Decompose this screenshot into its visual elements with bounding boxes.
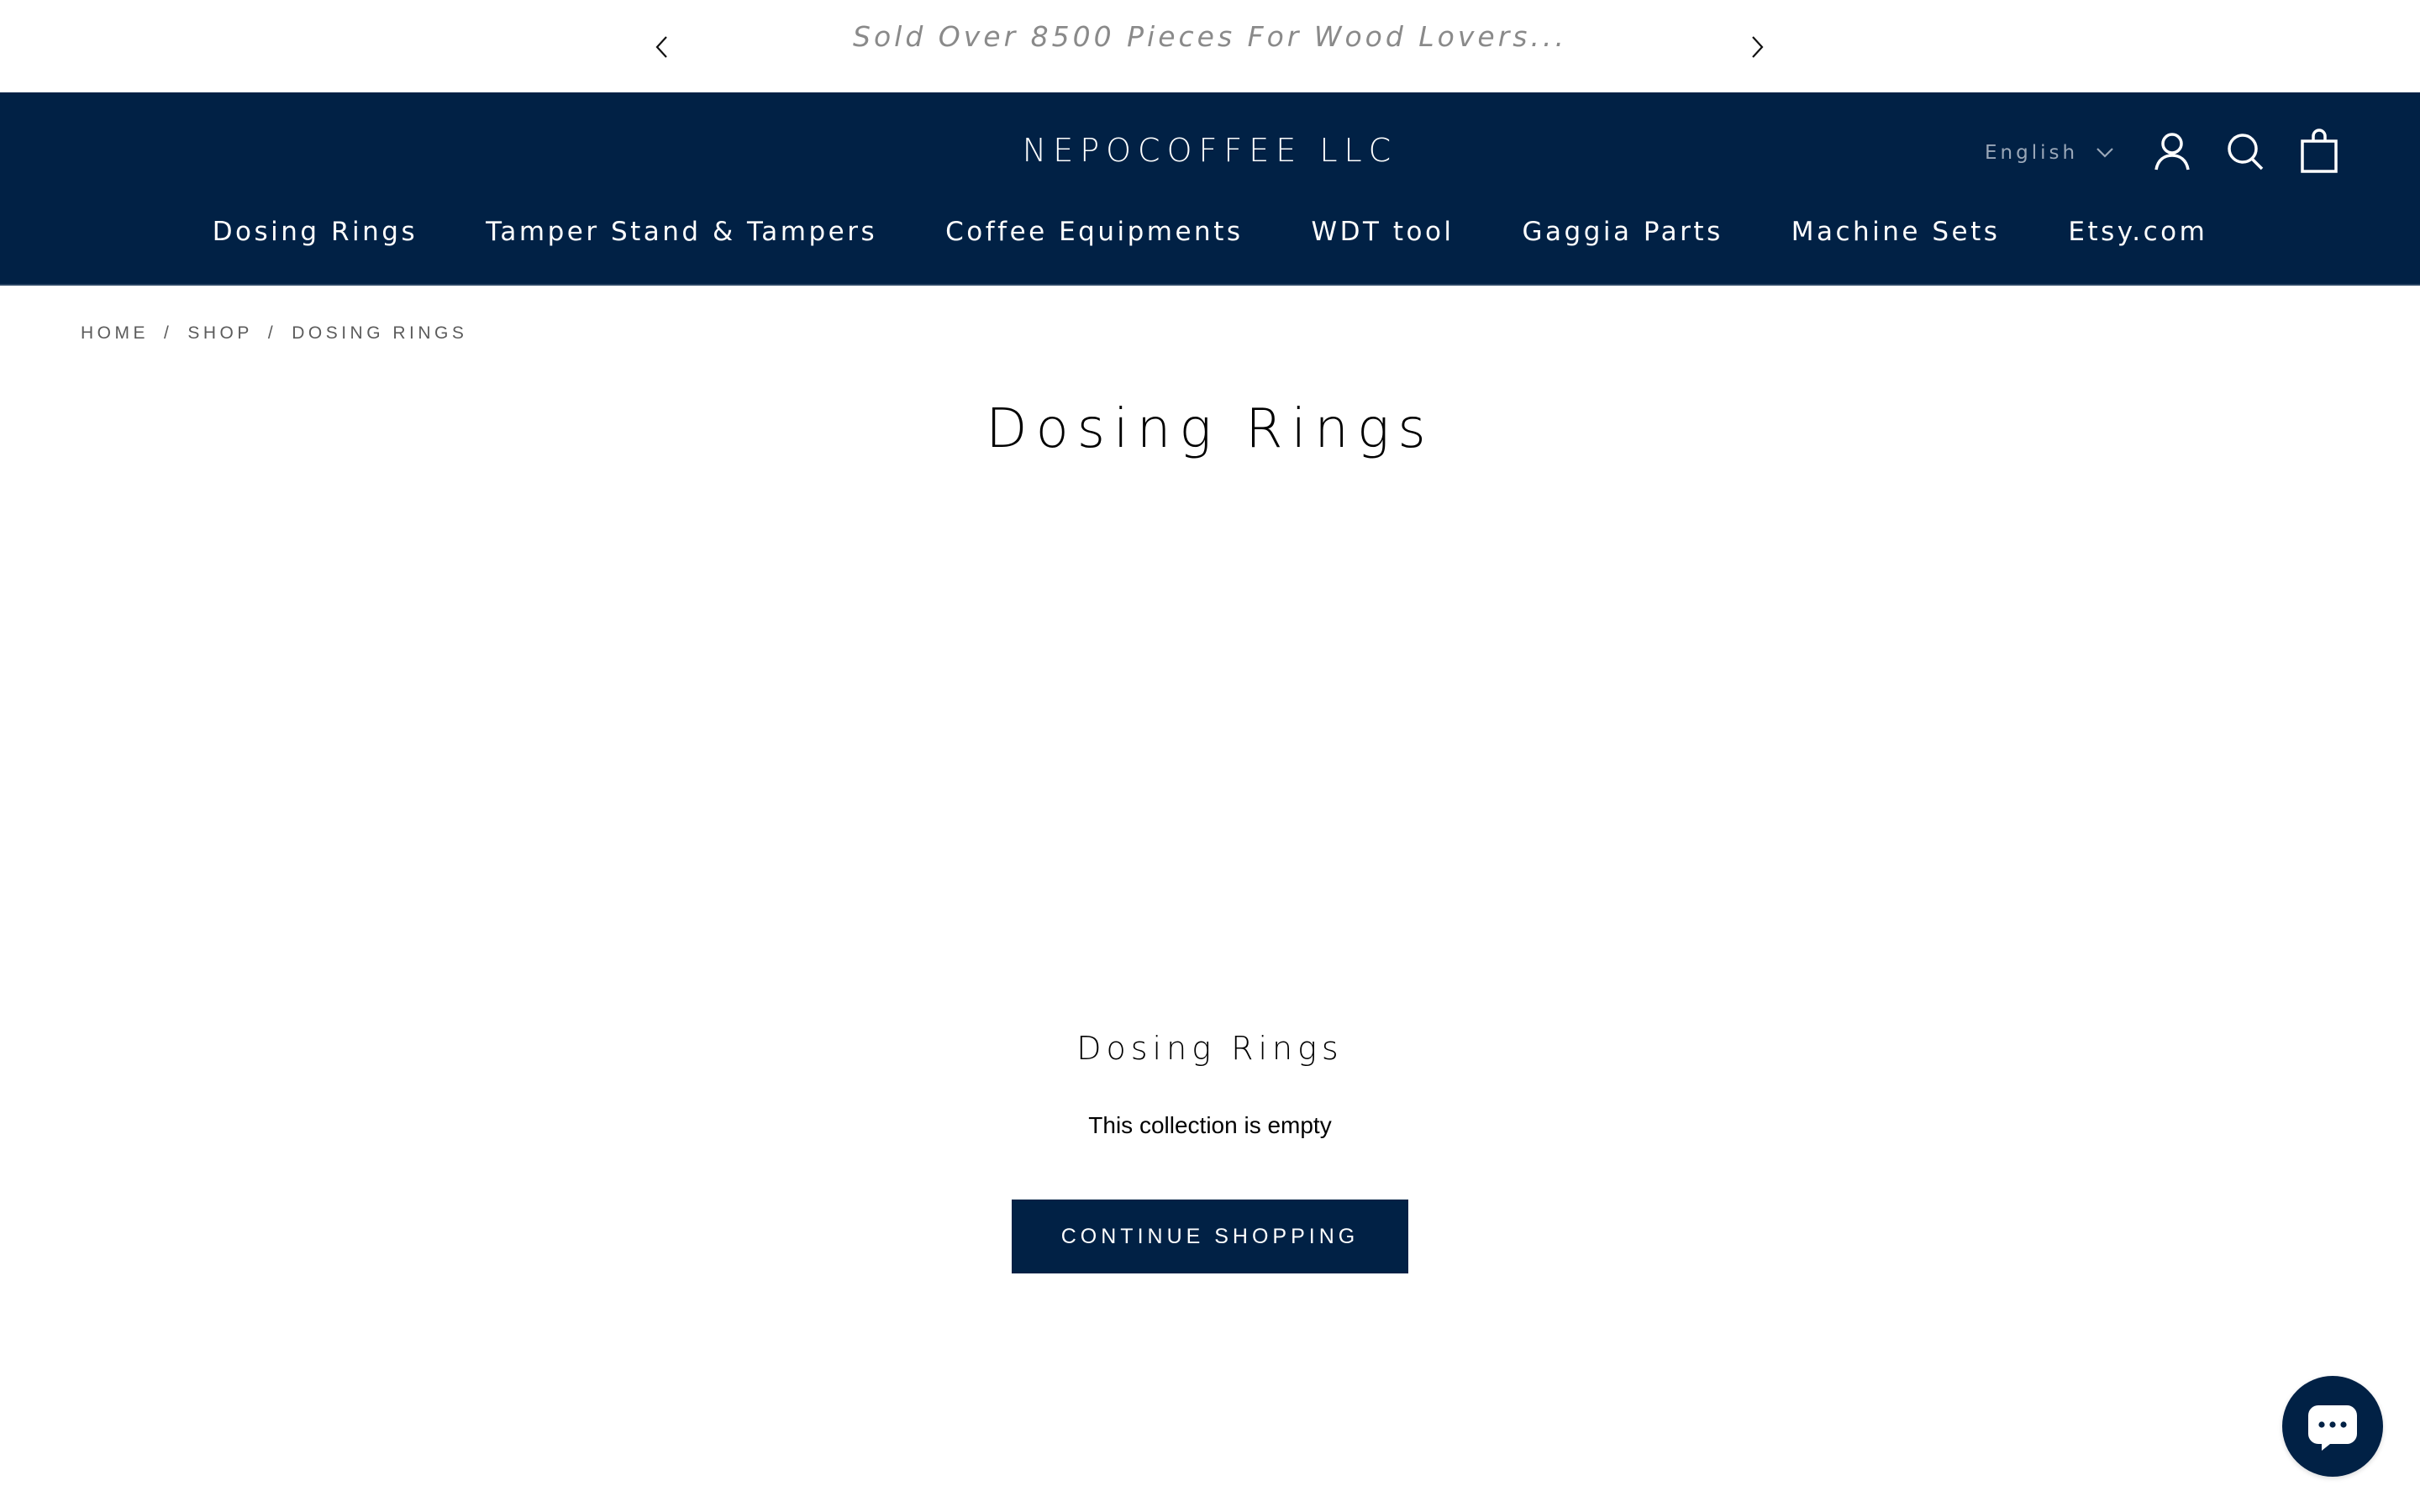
chat-button[interactable] xyxy=(2282,1376,2383,1477)
cart-button[interactable] xyxy=(2300,128,2340,173)
breadcrumb: HOME / SHOP / DOSING RINGS xyxy=(81,321,467,346)
nav-item-tamper-stand[interactable]: Tamper Stand & Tampers xyxy=(486,215,877,249)
chat-icon xyxy=(2308,1405,2357,1451)
empty-collection-message: This collection is empty xyxy=(1088,1112,1332,1138)
breadcrumb-home[interactable]: HOME xyxy=(81,321,149,346)
chevron-right-icon xyxy=(1752,36,1764,58)
logo-link[interactable]: NEPOCOFFEE LLC xyxy=(1023,132,1397,169)
nav-item-wdt-tool[interactable]: WDT tool xyxy=(1312,215,1455,249)
nav-item-dosing-rings[interactable]: Dosing Rings xyxy=(213,215,418,249)
empty-collection-title: Dosing Rings xyxy=(1076,1030,1344,1067)
user-icon xyxy=(2154,133,2190,171)
breadcrumb-separator: / xyxy=(164,323,173,343)
nav-item-machine-sets[interactable]: Machine Sets xyxy=(1791,215,2001,249)
announcement-next-button[interactable] xyxy=(1741,30,1775,64)
search-icon xyxy=(2228,134,2264,171)
search-button[interactable] xyxy=(2225,131,2265,173)
page-title: Dosing Rings xyxy=(986,398,1434,460)
breadcrumb-current: DOSING RINGS xyxy=(292,323,468,343)
announcement-bar: Sold Over 8500 Pieces For Wood Lovers... xyxy=(0,0,2420,92)
nav-item-etsy[interactable]: Etsy.com xyxy=(2068,215,2207,249)
site-header: NEPOCOFFEE LLC English Dosing Rings Tamp… xyxy=(0,92,2420,286)
breadcrumb-shop[interactable]: SHOP xyxy=(187,321,253,346)
nav-item-gaggia-parts[interactable]: Gaggia Parts xyxy=(1523,215,1723,249)
announcement-text: Sold Over 8500 Pieces For Wood Lovers... xyxy=(853,20,1567,53)
nav-item-coffee-equipments[interactable]: Coffee Equipments xyxy=(945,215,1243,249)
account-button[interactable] xyxy=(2152,131,2192,173)
breadcrumb-separator: / xyxy=(267,323,277,343)
chevron-down-icon xyxy=(2096,148,2113,158)
language-selector[interactable]: English xyxy=(1985,136,2113,170)
shopping-bag-icon xyxy=(2301,129,2338,173)
continue-shopping-button[interactable]: CONTINUE SHOPPING xyxy=(1012,1200,1408,1273)
language-label: English xyxy=(1985,142,2079,164)
main-nav: Dosing Rings Tamper Stand & Tampers Coff… xyxy=(0,215,2420,249)
